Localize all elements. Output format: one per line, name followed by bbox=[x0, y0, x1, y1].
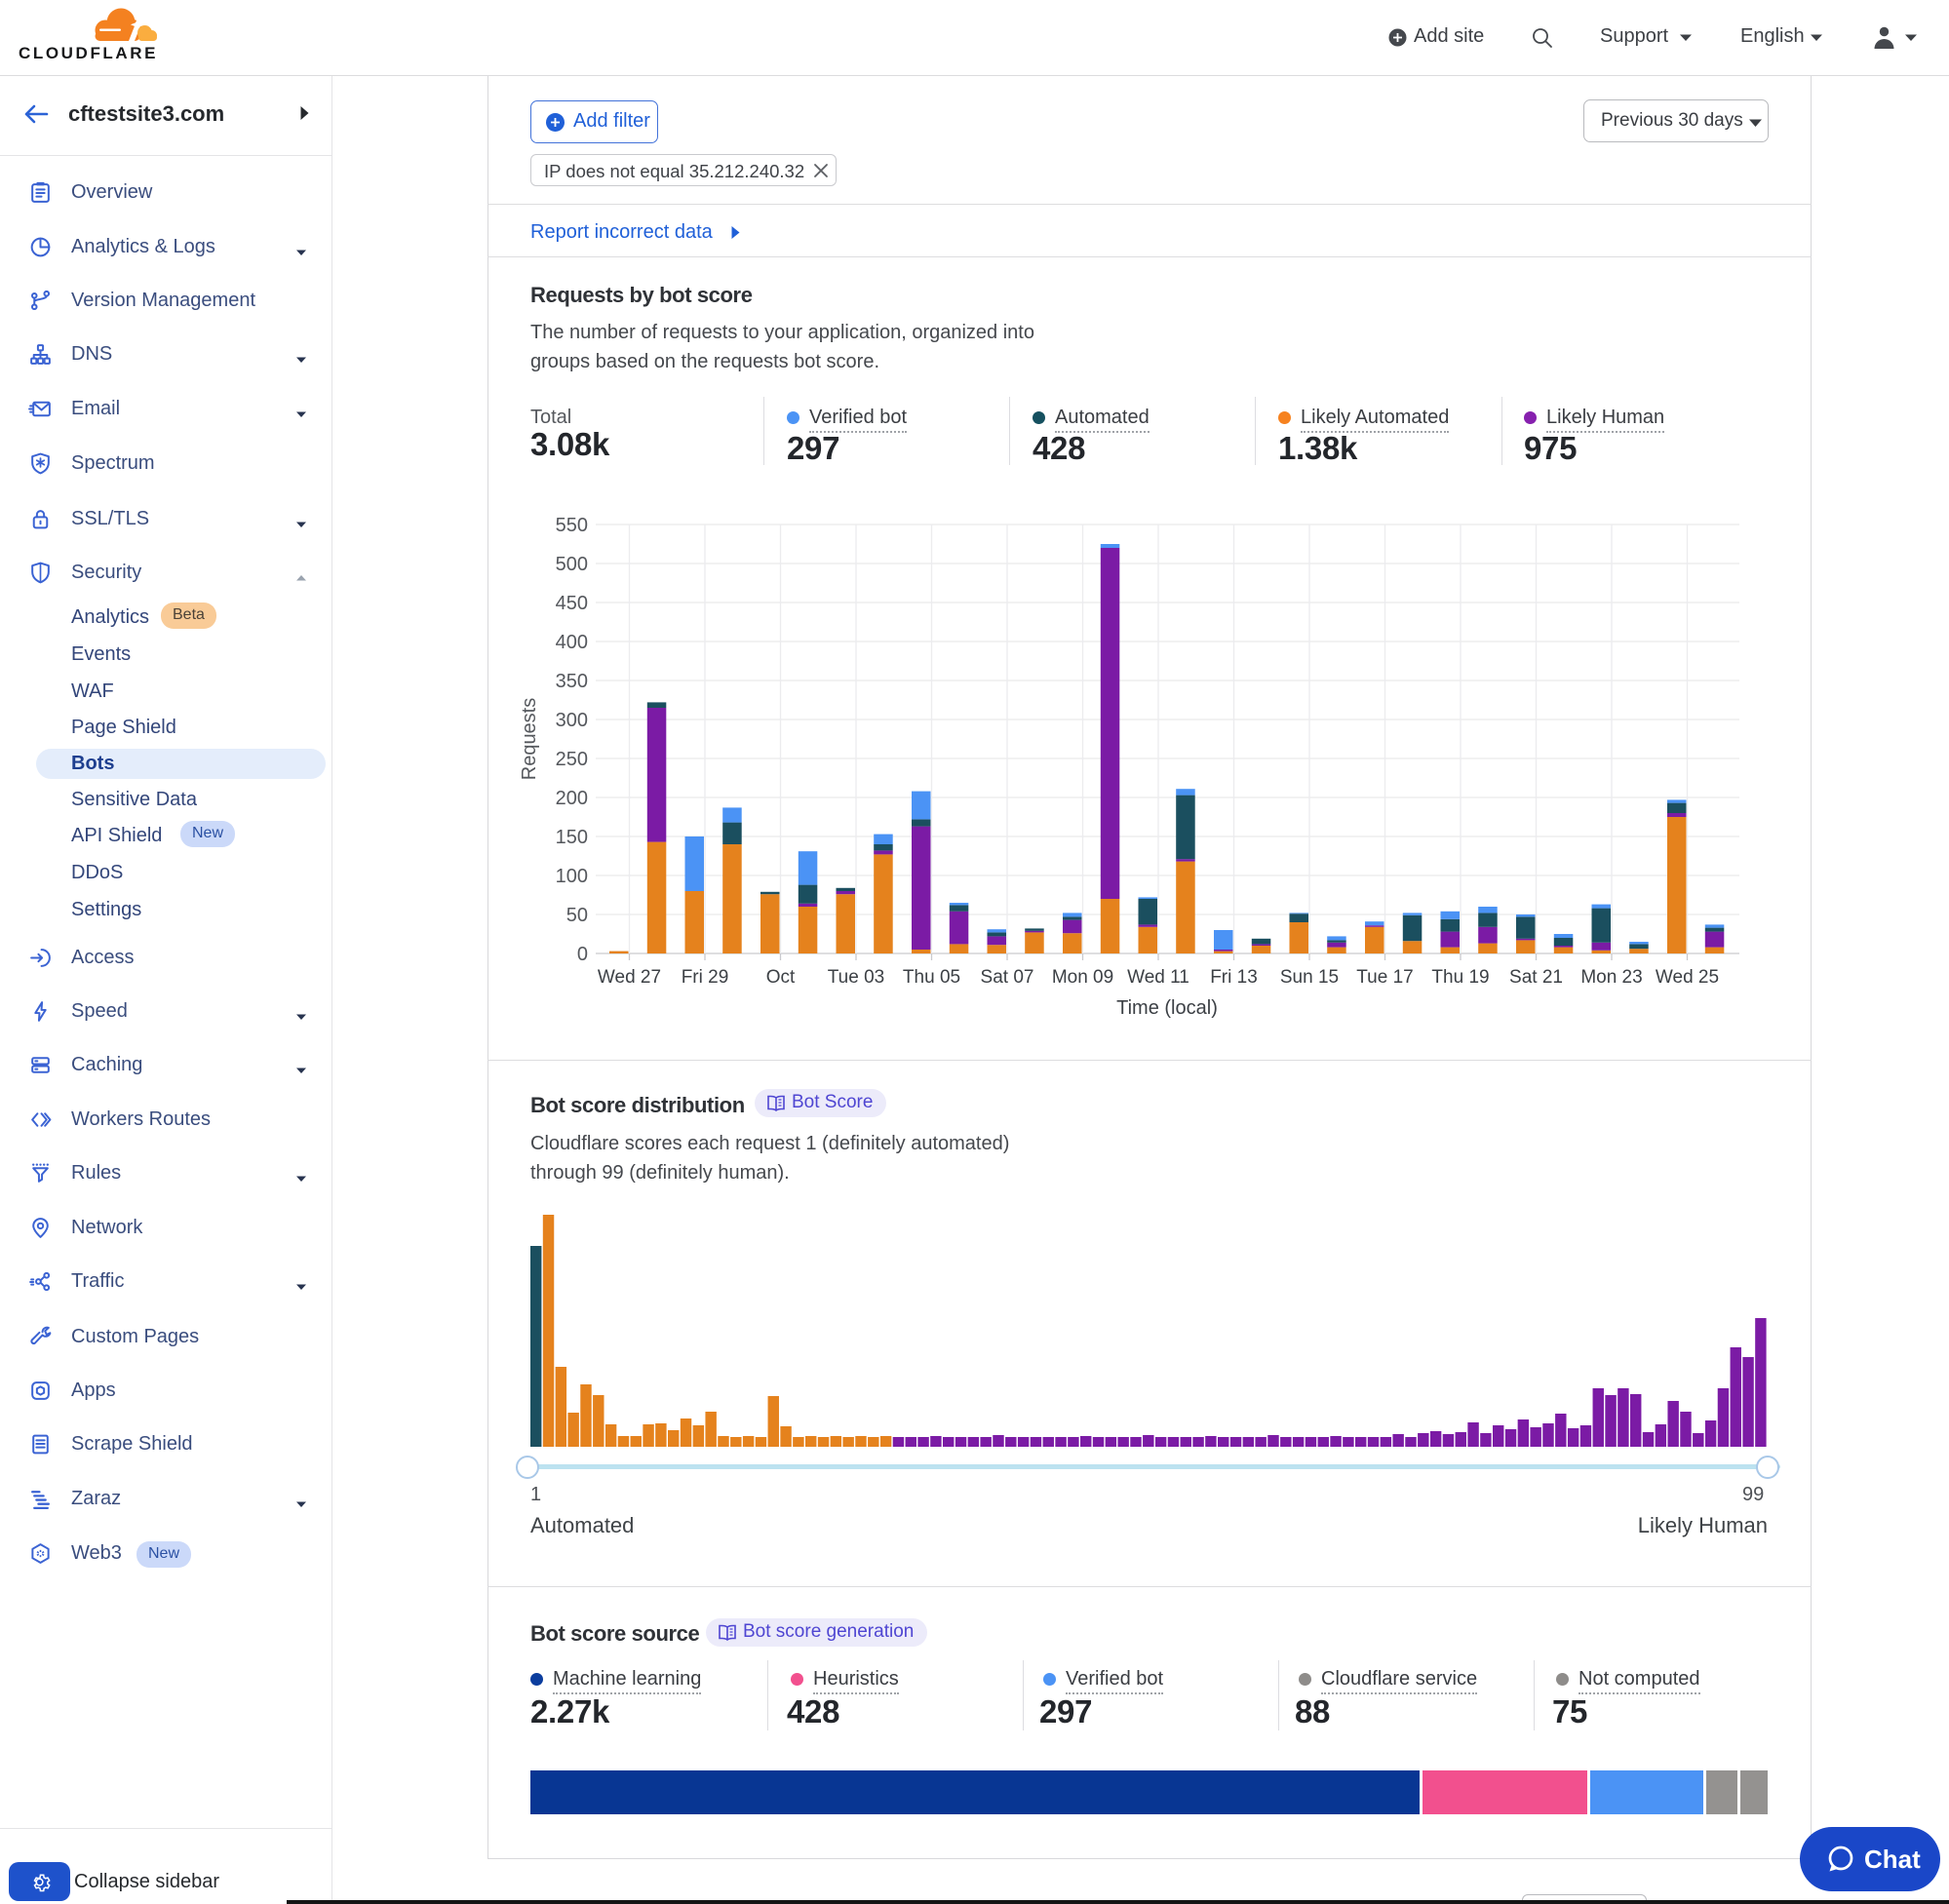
svg-text:450: 450 bbox=[556, 593, 588, 614]
svg-text:Time (local): Time (local) bbox=[1116, 997, 1218, 1019]
svg-text:Tue 03: Tue 03 bbox=[828, 967, 884, 988]
svg-text:50: 50 bbox=[566, 905, 588, 926]
svg-text:500: 500 bbox=[556, 554, 588, 575]
svg-text:Sun 15: Sun 15 bbox=[1280, 967, 1339, 988]
svg-text:Requests: Requests bbox=[519, 698, 540, 781]
svg-text:Sat 07: Sat 07 bbox=[981, 967, 1034, 988]
svg-text:Tue 17: Tue 17 bbox=[1356, 967, 1413, 988]
svg-text:Thu 05: Thu 05 bbox=[903, 967, 960, 988]
svg-text:100: 100 bbox=[556, 866, 588, 887]
svg-text:Wed 25: Wed 25 bbox=[1656, 967, 1719, 988]
svg-text:300: 300 bbox=[556, 710, 588, 731]
svg-text:350: 350 bbox=[556, 671, 588, 692]
svg-text:550: 550 bbox=[556, 515, 588, 536]
svg-text:Oct: Oct bbox=[766, 967, 796, 988]
svg-text:Fri 29: Fri 29 bbox=[682, 967, 729, 988]
svg-text:0: 0 bbox=[577, 944, 588, 965]
svg-text:Mon 23: Mon 23 bbox=[1580, 967, 1642, 988]
svg-text:Wed 27: Wed 27 bbox=[598, 967, 661, 988]
svg-text:200: 200 bbox=[556, 788, 588, 809]
svg-text:Sat 21: Sat 21 bbox=[1509, 967, 1563, 988]
svg-text:250: 250 bbox=[556, 749, 588, 770]
svg-text:400: 400 bbox=[556, 632, 588, 653]
svg-text:Wed 11: Wed 11 bbox=[1127, 967, 1189, 988]
svg-text:Thu 19: Thu 19 bbox=[1431, 967, 1489, 988]
svg-text:Fri 13: Fri 13 bbox=[1210, 967, 1258, 988]
svg-text:150: 150 bbox=[556, 827, 588, 848]
svg-text:Mon 09: Mon 09 bbox=[1052, 967, 1113, 988]
